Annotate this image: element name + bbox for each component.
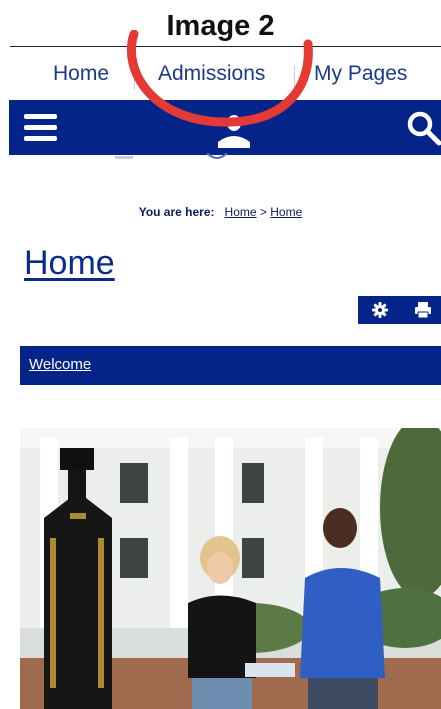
nav-link-home[interactable]: Home bbox=[53, 62, 109, 86]
hidden-header-fragment bbox=[115, 156, 133, 159]
breadcrumb-link-current[interactable]: Home bbox=[270, 205, 302, 219]
page-title[interactable]: Home bbox=[24, 244, 115, 283]
search-icon[interactable] bbox=[406, 110, 441, 146]
page-tools bbox=[358, 296, 441, 324]
breadcrumb-separator: > bbox=[259, 205, 267, 219]
breadcrumb-label: You are here: bbox=[138, 205, 215, 219]
welcome-link[interactable]: Welcome bbox=[29, 356, 91, 373]
logo-fragment-icon bbox=[206, 153, 228, 159]
hamburger-menu-icon[interactable] bbox=[24, 114, 57, 142]
gear-icon[interactable] bbox=[371, 301, 389, 319]
nav-link-my-pages[interactable]: My Pages bbox=[314, 62, 407, 86]
welcome-section-bar: Welcome bbox=[20, 346, 441, 385]
annotation-circle bbox=[126, 30, 313, 127]
breadcrumb-link-home[interactable]: Home bbox=[225, 205, 257, 219]
breadcrumb: You are here: Home > Home bbox=[0, 205, 441, 219]
printer-icon[interactable] bbox=[414, 301, 432, 319]
hero-photo bbox=[20, 428, 441, 709]
